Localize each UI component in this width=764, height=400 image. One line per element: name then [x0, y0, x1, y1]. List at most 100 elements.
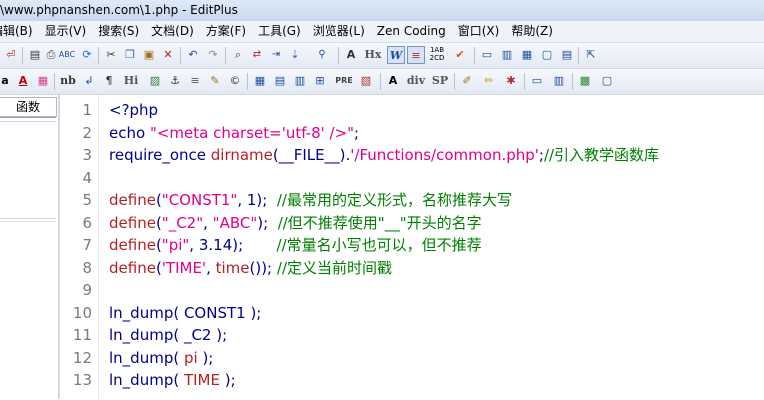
code-token: time — [215, 258, 250, 277]
comment-icon[interactable]: ▧ — [357, 72, 375, 90]
help-icon[interactable]: ⇱ — [582, 46, 600, 64]
font-size-icon[interactable]: A — [342, 46, 360, 64]
copyright-icon[interactable]: © — [226, 72, 244, 90]
undo-icon[interactable]: ↶ — [184, 46, 202, 64]
line-number-icon[interactable]: ≡ — [407, 46, 425, 64]
image-icon[interactable]: ▨ — [146, 72, 164, 90]
tools-icon[interactable]: ✱ — [502, 72, 520, 90]
copy-icon[interactable]: ❐ — [121, 46, 139, 64]
function-list[interactable] — [0, 121, 56, 219]
code-token: echo — [109, 123, 150, 142]
spellcheck-icon[interactable]: ABC — [58, 46, 76, 64]
menu-item[interactable]: 帮助(Z) — [505, 21, 559, 42]
span-button[interactable]: SP — [430, 72, 450, 90]
anchor-icon[interactable]: ⚓ — [166, 72, 184, 90]
heading-button[interactable]: Hi — [120, 72, 142, 90]
cut-icon[interactable]: ✂ — [102, 46, 120, 64]
window-tile-icon[interactable]: ▥ — [550, 72, 568, 90]
table-col-icon[interactable]: ▥ — [291, 72, 309, 90]
code-token: <?php — [109, 101, 159, 119]
menu-item[interactable]: 方案(F) — [200, 21, 252, 42]
code-line[interactable]: ln_dump( _C2 ); — [109, 324, 227, 346]
menu-item[interactable]: 窗口(X) — [452, 21, 506, 42]
window-restore-icon[interactable]: ▤ — [558, 46, 576, 64]
div-button[interactable]: div — [404, 72, 428, 90]
find-icon[interactable]: ⌕ — [229, 46, 247, 64]
line-number: 1 — [82, 101, 92, 119]
menu-item[interactable]: 编辑(B) — [0, 21, 39, 42]
back-arrow-icon[interactable]: ⏎ — [2, 46, 20, 64]
find-next-icon[interactable]: ⇥ — [267, 46, 285, 64]
check-icon[interactable]: ✔ — [451, 46, 469, 64]
redo-icon[interactable]: ↷ — [204, 46, 222, 64]
menu-item[interactable]: 浏览器(L) — [307, 21, 371, 42]
code-line[interactable]: define("pi", 3.14); //常量名小写也可以，但不推荐 — [109, 234, 482, 256]
font-color-icon[interactable]: A — [14, 72, 32, 90]
refresh-icon[interactable]: ⟳ — [78, 46, 96, 64]
table-cell-icon[interactable]: ⊞ — [311, 72, 329, 90]
menu-item[interactable]: 搜索(S) — [92, 21, 145, 42]
code-token: "<meta charset='utf-8' />" — [149, 123, 355, 142]
sort-icon[interactable]: 1AB 2CD — [428, 46, 446, 64]
window-icon[interactable]: ▭ — [478, 46, 496, 64]
goto-icon[interactable]: ⇣ — [286, 46, 304, 64]
tab-functions[interactable]: 函数 — [0, 97, 57, 117]
line-number: 10 — [72, 303, 92, 322]
table-row-icon[interactable]: ▤ — [271, 72, 289, 90]
line-number: 7 — [82, 236, 92, 254]
color-palette-icon[interactable]: ▦ — [34, 72, 52, 90]
window-minimize-icon[interactable]: ▢ — [538, 46, 556, 64]
paragraph-icon[interactable]: ¶ — [100, 72, 118, 90]
line-number: 4 — [82, 168, 92, 187]
window-restore-icon[interactable]: ▢ — [598, 72, 616, 90]
line-number: 11 — [72, 326, 92, 344]
pre-button[interactable]: PRE — [333, 72, 355, 90]
word-wrap-icon[interactable]: W — [387, 46, 405, 64]
menu-item[interactable]: 显示(V) — [39, 21, 93, 42]
code-token: ); — [219, 371, 236, 389]
line-break-icon[interactable]: ↲ — [80, 72, 98, 90]
table-icon[interactable]: ▦ — [251, 72, 269, 90]
code-token: , 1); — [237, 191, 277, 209]
code-token: ); — [257, 213, 278, 232]
menu-item[interactable]: 文档(D) — [145, 21, 200, 42]
code-token: ); — [197, 348, 214, 367]
window-cascade-icon[interactable]: ▦ — [518, 46, 536, 64]
brush-icon[interactable]: ✏ — [480, 72, 498, 90]
window-tile-icon[interactable]: ▥ — [498, 46, 516, 64]
html-toolbar: a A ▦ nb ↲ ¶ Hi ▨ ⚓ ≡ ✎ © ▦ ▤ ▥ ⊞ PRE ▧ … — [0, 69, 764, 95]
bold-icon[interactable]: a — [0, 72, 14, 90]
code-line[interactable]: define("_C2", "ABC"); //但不推荐使用"__"开头的名字 — [109, 212, 482, 234]
title-bar: \www.phpnanshen.com\1.php - EditPlus — [0, 0, 764, 21]
menu-item[interactable]: Zen Coding — [371, 21, 452, 42]
code-line[interactable]: define('TIME', time()); //定义当前时间戳 — [109, 257, 392, 279]
hr-icon[interactable]: ≡ — [186, 72, 204, 90]
nbsp-button[interactable]: nb — [58, 72, 78, 90]
form-icon[interactable]: A — [384, 72, 402, 90]
hex-button[interactable]: Hx — [362, 46, 384, 64]
find-replace-icon[interactable]: ⇄ — [248, 46, 266, 64]
code-token: ln_dump( _C2 ); — [109, 326, 228, 344]
code-line[interactable]: <?php — [109, 99, 158, 121]
code-line[interactable]: require_once dirname(__FILE__).'/Functio… — [109, 144, 659, 166]
code-editor[interactable]: 1 2 3 4 5 6 7 8 9 10 11 12 13 <?php echo "<meta chars… — [60, 95, 764, 399]
code-line[interactable]: ln_dump( CONST1 ); — [109, 302, 261, 324]
code-token: pi — [183, 348, 198, 367]
code-token: define — [109, 258, 156, 277]
line-number: 9 — [82, 281, 92, 299]
line-number-gutter: 1 2 3 4 5 6 7 8 9 10 11 12 13 — [60, 95, 98, 399]
menu-item[interactable]: 工具(G) — [252, 21, 307, 42]
code-line[interactable]: ln_dump( pi ); — [109, 347, 213, 369]
window-icon[interactable]: ▭ — [528, 72, 546, 90]
edit-icon[interactable]: ✎ — [206, 72, 224, 90]
code-line[interactable]: define("CONST1", 1); //最常用的定义形式，名称推荐大写 — [109, 189, 512, 211]
pen-icon[interactable]: ✐ — [458, 72, 476, 90]
color-icon[interactable]: ▩ — [576, 72, 594, 90]
code-token: "ABC" — [212, 213, 258, 232]
code-line[interactable]: echo "<meta charset='utf-8' />"; — [109, 122, 359, 144]
side-panel: 函数 — [0, 95, 60, 400]
code-line[interactable]: ln_dump( TIME ); — [109, 369, 236, 391]
delete-icon[interactable]: ✕ — [159, 46, 177, 64]
find-in-files-icon[interactable]: ⚲ — [313, 46, 331, 64]
paste-icon[interactable]: ▣ — [140, 46, 158, 64]
